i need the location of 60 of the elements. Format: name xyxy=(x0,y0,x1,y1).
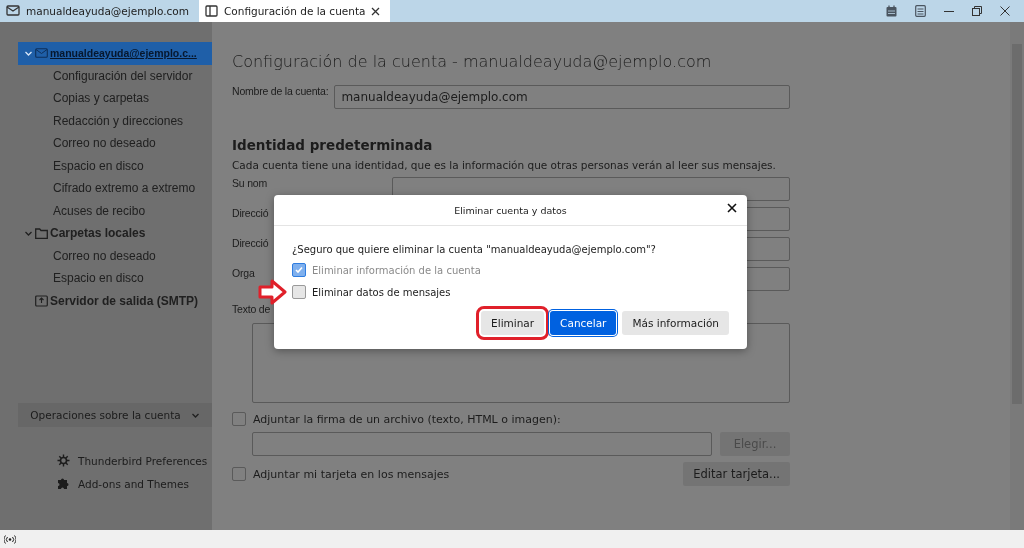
edit-card-button[interactable]: Editar tarjeta... xyxy=(683,462,790,486)
account-actions-button[interactable]: Operaciones sobre la cuenta xyxy=(18,403,212,427)
close-button[interactable] xyxy=(725,201,739,215)
checkbox-option: Eliminar información de la cuenta xyxy=(292,263,481,277)
folder-icon xyxy=(35,227,48,239)
connection-status-icon xyxy=(4,534,16,544)
restore-icon[interactable] xyxy=(972,6,982,16)
checkbox[interactable] xyxy=(292,285,306,299)
dialog-title: Eliminar cuenta y datos xyxy=(454,204,567,216)
dialog-message: ¿Seguro que quiere eliminar la cuenta "manualdeayuda@ejemplo.com"? xyxy=(292,244,657,255)
tree-item[interactable]: Acuses de recibo xyxy=(18,199,212,222)
footer-link[interactable]: Add-ons and Themes xyxy=(57,477,212,490)
account-tree-item[interactable]: Carpetas locales xyxy=(18,222,212,245)
account-name-field[interactable]: manualdeayuda@ejemplo.com xyxy=(334,85,790,109)
tab-label[interactable]: manualdeayuda@ejemplo.com xyxy=(26,5,189,17)
field-label: Texto de xyxy=(232,303,271,315)
footer-link[interactable]: Thunderbird Preferences xyxy=(57,454,212,467)
account-tree-item[interactable]: manualdeayuda@ejemplo.c... xyxy=(18,42,212,65)
account-tree-item[interactable]: Servidor de salida (SMTP) xyxy=(18,289,212,312)
close-icon[interactable] xyxy=(1000,6,1010,16)
page-title: Configuración de la cuenta - manualdeayuda@ejemplo.com xyxy=(232,52,713,71)
tree-item[interactable]: Configuración del servidor xyxy=(18,64,212,87)
tree-item[interactable]: Correo no deseado xyxy=(18,244,212,267)
tab-label[interactable]: Configuración de la cuenta xyxy=(224,5,366,17)
checkbox-option[interactable]: Adjuntar mi tarjeta en los mensajes xyxy=(232,467,450,481)
task-list-icon[interactable] xyxy=(915,5,926,17)
field-label: Direcció xyxy=(232,237,269,249)
checkbox-option[interactable]: Eliminar datos de mensajes xyxy=(292,285,451,299)
calendar-icon[interactable] xyxy=(886,5,897,17)
account-name[interactable]: manualdeayuda@ejemplo.c... xyxy=(50,47,197,60)
envelope-icon xyxy=(35,48,48,59)
field-label: Nombre de la cuenta: xyxy=(232,85,329,97)
settings-icon xyxy=(57,454,70,467)
scrollbar[interactable] xyxy=(1010,22,1024,530)
dialog-button[interactable]: Más información xyxy=(622,311,729,335)
field-label: Su nom xyxy=(232,177,267,189)
folder-name[interactable]: Carpetas locales xyxy=(50,226,146,241)
puzzle-piece-icon xyxy=(57,477,70,490)
dialog-button[interactable]: Cancelar xyxy=(550,311,617,335)
field-label: Direcció xyxy=(232,207,269,219)
envelope-icon xyxy=(6,5,20,17)
file-path-field[interactable] xyxy=(252,432,712,456)
tree-item[interactable]: Espacio en disco xyxy=(18,154,212,177)
tree-item[interactable]: Redacción y direcciones xyxy=(18,109,212,132)
tree-item[interactable]: Copias y carpetas xyxy=(18,87,212,110)
section-heading: Identidad predeterminada xyxy=(232,137,434,153)
tree-item[interactable]: Espacio en disco xyxy=(18,267,212,290)
checkbox-option[interactable]: Adjuntar la firma de un archivo (texto, HTML o imagen): xyxy=(232,412,790,426)
tab[interactable]: manualdeayuda@ejemplo.com xyxy=(0,0,199,22)
outbox-icon xyxy=(35,294,48,307)
field-label: Orga xyxy=(232,267,255,279)
folder-name[interactable]: Servidor de salida (SMTP) xyxy=(50,293,199,308)
checkbox[interactable] xyxy=(232,412,246,426)
checkbox[interactable] xyxy=(232,467,246,481)
section-description: Cada cuenta tiene una identidad, que es la información que otras personas verán al leer sus mensajes. xyxy=(232,159,776,171)
close-icon[interactable] xyxy=(371,6,381,16)
tree-item[interactable]: Correo no deseado xyxy=(18,132,212,155)
tree-item[interactable]: Cifrado extremo a extremo xyxy=(18,177,212,200)
panel-icon xyxy=(205,5,218,17)
tab[interactable]: Configuración de la cuenta xyxy=(199,0,391,22)
